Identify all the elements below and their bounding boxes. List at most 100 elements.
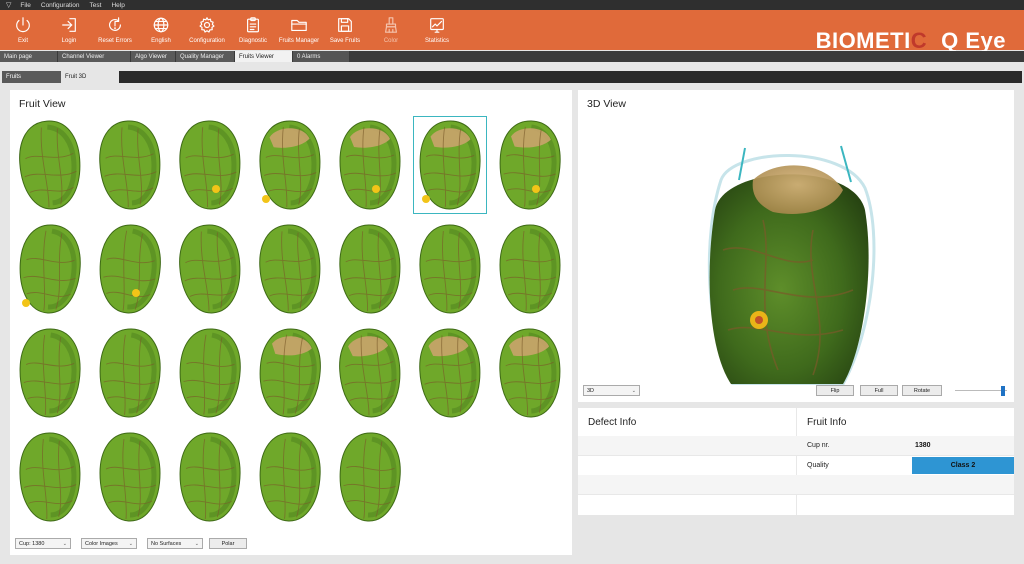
polar-button[interactable]: Polar (209, 538, 247, 549)
fruit-thumbnail[interactable] (333, 116, 407, 214)
info-row-line (578, 455, 1014, 456)
fruit-image (259, 120, 321, 210)
fruit-thumbnail[interactable] (253, 324, 327, 422)
surface-select[interactable]: No Surfaces ⌄ (147, 538, 203, 549)
fruit-image (99, 120, 161, 210)
save-fruits-label: Save Fruits (329, 38, 361, 44)
fruit-image (339, 328, 401, 418)
fruit-thumbnail[interactable] (13, 116, 87, 214)
fruit-image (99, 432, 161, 522)
fruit-thumbnail[interactable] (93, 324, 167, 422)
fruit-thumbnail[interactable] (493, 324, 567, 422)
tab-fruits-viewer[interactable]: Fruits Viewer (235, 51, 292, 62)
fruit-view-controls: Cup: 1380 ⌄ Color Images ⌄ No Surfaces ⌄ Po… (15, 538, 247, 549)
zoom-slider-track[interactable] (955, 390, 1007, 391)
fruit-image (179, 432, 241, 522)
fruit-thumbnail[interactable] (493, 220, 567, 318)
app-menu-icon[interactable]: ▽ (0, 1, 15, 9)
fruit-image (19, 432, 81, 522)
full-button[interactable]: Full (860, 385, 898, 396)
tab-algo-viewer[interactable]: Algo Viewer (131, 51, 175, 62)
exit-label: Exit (17, 38, 28, 44)
configuration-button[interactable]: Configuration (184, 10, 230, 50)
diagnostic-button[interactable]: Diagnostic (230, 10, 276, 50)
tab-alarms[interactable]: 0 Alarms (293, 51, 349, 62)
fruit-image (419, 120, 481, 210)
fruit-image (419, 328, 481, 418)
flip-button[interactable]: Flip (816, 385, 854, 396)
rotate-button[interactable]: Rotate (902, 385, 942, 396)
fruit-thumbnail[interactable] (253, 220, 327, 318)
tab-quality-manager[interactable]: Quality Manager (176, 51, 234, 62)
fruit-thumbnail[interactable] (93, 220, 167, 318)
menu-configuration[interactable]: Configuration (36, 2, 85, 9)
login-button[interactable]: Login (46, 10, 92, 50)
color-button[interactable]: Color (368, 10, 414, 50)
login-label: Login (61, 38, 77, 44)
menu-help[interactable]: Help (106, 2, 129, 9)
statistics-button[interactable]: Statistics (414, 10, 460, 50)
menu-file[interactable]: File (15, 2, 35, 9)
menu-test[interactable]: Test (85, 2, 107, 9)
fruit-thumbnail[interactable] (93, 428, 167, 526)
fruit-thumbnail[interactable] (173, 220, 247, 318)
folder-icon (291, 19, 307, 31)
view-mode-value: 3D (587, 387, 595, 394)
fruit-thumbnail[interactable] (493, 116, 567, 214)
chevron-down-icon: ⌄ (62, 540, 67, 547)
quality-badge: Class 2 (912, 457, 1014, 474)
subtab-bar (119, 71, 1022, 83)
view-mode-select[interactable]: 3D ⌄ (583, 385, 640, 396)
tab-channel-viewer[interactable]: Channel Viewer (58, 51, 130, 62)
subtab-fruits[interactable]: Fruits (2, 71, 61, 83)
fruit-thumbnail[interactable] (413, 220, 487, 318)
fruit-thumbnail[interactable] (413, 324, 487, 422)
reset-errors-label: Reset Errors (98, 38, 132, 44)
fruit-image (339, 224, 401, 314)
fruit-thumbnail[interactable] (173, 428, 247, 526)
fruit-thumbnail[interactable] (413, 116, 487, 214)
view-3d-title: 3D View (587, 98, 626, 110)
fruit-thumbnail[interactable] (253, 428, 327, 526)
exit-button[interactable]: Exit (0, 10, 46, 50)
cup-select[interactable]: Cup: 1380 ⌄ (15, 538, 71, 549)
fruits-manager-label: Fruits Manager (278, 38, 320, 44)
fruit-thumbnail[interactable] (333, 428, 407, 526)
tab-main-page[interactable]: Main page (0, 51, 57, 62)
chevron-down-icon: ⌄ (631, 387, 636, 394)
fruit-thumbnail[interactable] (333, 220, 407, 318)
view-3d-panel: 3D View 3D ⌄ Flip Full Rotate (578, 90, 1014, 402)
fruit-3d-model[interactable] (693, 140, 883, 385)
fruit-thumbnail[interactable] (13, 324, 87, 422)
fruit-thumbnail[interactable] (253, 116, 327, 214)
fruit-image (99, 328, 161, 418)
info-row-band (578, 436, 1014, 455)
surface-value: No Surfaces (151, 540, 182, 547)
fruit-image (179, 224, 241, 314)
fruit-info-title: Fruit Info (807, 417, 847, 428)
image-type-select[interactable]: Color Images ⌄ (81, 538, 137, 549)
save-fruits-button[interactable]: Save Fruits (322, 10, 368, 50)
fruit-thumbnail[interactable] (13, 220, 87, 318)
fruit-image (339, 432, 401, 522)
subtab-fruit-3d[interactable]: Fruit 3D (61, 71, 117, 83)
fruit-thumbnail[interactable] (13, 428, 87, 526)
info-column-separator (796, 408, 797, 515)
fruit-image (259, 432, 321, 522)
english-button[interactable]: English (138, 10, 184, 50)
chevron-down-icon: ⌄ (194, 540, 199, 547)
fruit-thumbnail[interactable] (93, 116, 167, 214)
info-panel: Defect Info Fruit Info Cup nr. 1380 Qual… (578, 408, 1014, 515)
menu-bar: ▽ File Configuration Test Help (0, 0, 1024, 10)
fruit-thumbnail[interactable] (333, 324, 407, 422)
fruit-image (179, 328, 241, 418)
fruit-thumbnail[interactable] (173, 324, 247, 422)
reset-errors-button[interactable]: Reset Errors (92, 10, 138, 50)
fruits-manager-button[interactable]: Fruits Manager (276, 10, 322, 50)
cup-nr-value: 1380 (915, 442, 931, 449)
fruit-image (339, 120, 401, 210)
fruit-thumbnail[interactable] (173, 116, 247, 214)
fruit-image (99, 224, 161, 314)
zoom-slider-thumb[interactable] (1000, 386, 1005, 396)
fruit-view-title: Fruit View (19, 98, 66, 110)
